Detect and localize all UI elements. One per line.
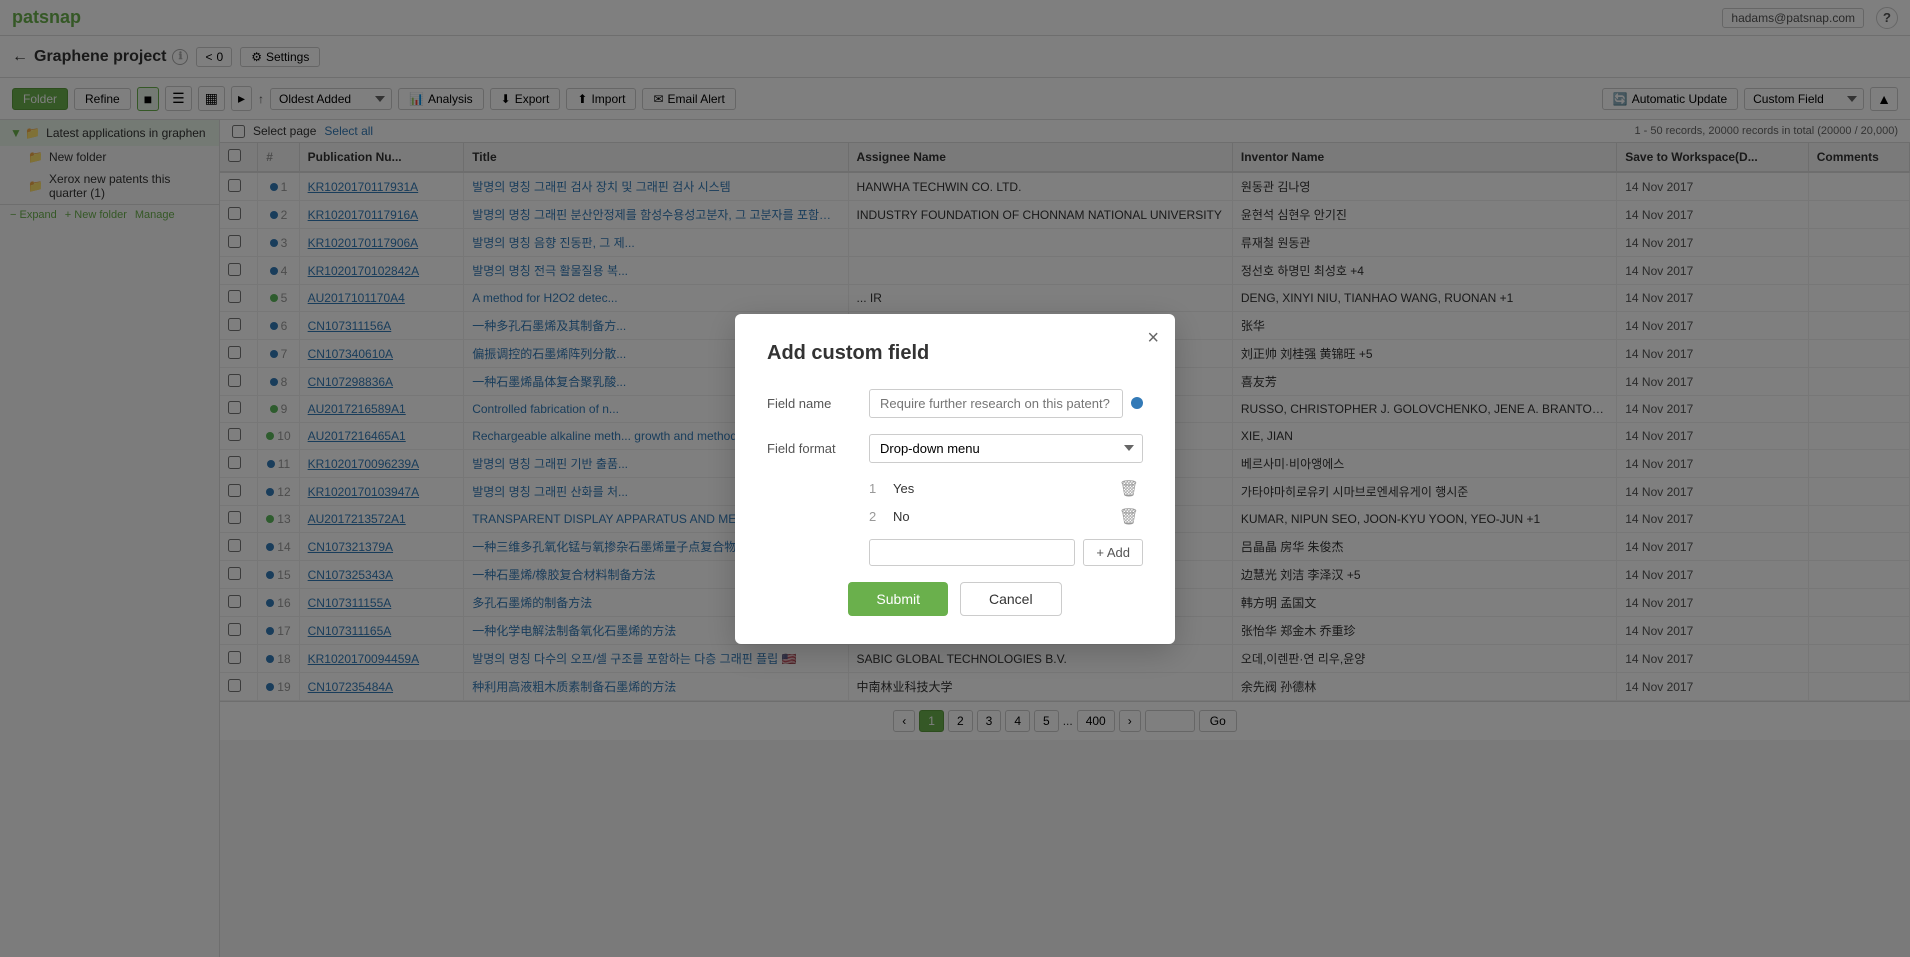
add-custom-field-modal: Add custom field × Field name Field form… [735,314,1175,644]
submit-button[interactable]: Submit [848,582,948,616]
cancel-button[interactable]: Cancel [960,582,1062,616]
delete-option-2-button[interactable]: 🗑 [1115,507,1143,527]
option-text-1: Yes [893,481,1107,496]
option-row-1: 1 Yes 🗑 [869,479,1143,499]
add-option-input[interactable] [869,539,1075,566]
field-name-label: Field name [767,396,857,411]
field-name-input[interactable] [869,389,1123,418]
modal-title: Add custom field [767,342,1143,365]
modal-overlay: Add custom field × Field name Field form… [0,0,1910,957]
options-list: 1 Yes 🗑 2 No 🗑 [869,479,1143,527]
option-row-2: 2 No 🗑 [869,507,1143,527]
delete-option-1-button[interactable]: 🗑 [1115,479,1143,499]
field-name-status-dot [1131,397,1143,409]
field-format-select[interactable]: Drop-down menu Text Number Date [869,434,1143,463]
field-name-row: Field name [767,389,1143,418]
modal-actions: Submit Cancel [767,582,1143,616]
add-option-row: + Add [869,539,1143,566]
add-option-button[interactable]: + Add [1083,539,1143,566]
option-num-2: 2 [869,509,885,524]
modal-close-button[interactable]: × [1147,328,1159,348]
option-text-2: No [893,509,1107,524]
option-num-1: 1 [869,481,885,496]
field-format-label: Field format [767,441,857,456]
field-format-row: Field format Drop-down menu Text Number … [767,434,1143,463]
